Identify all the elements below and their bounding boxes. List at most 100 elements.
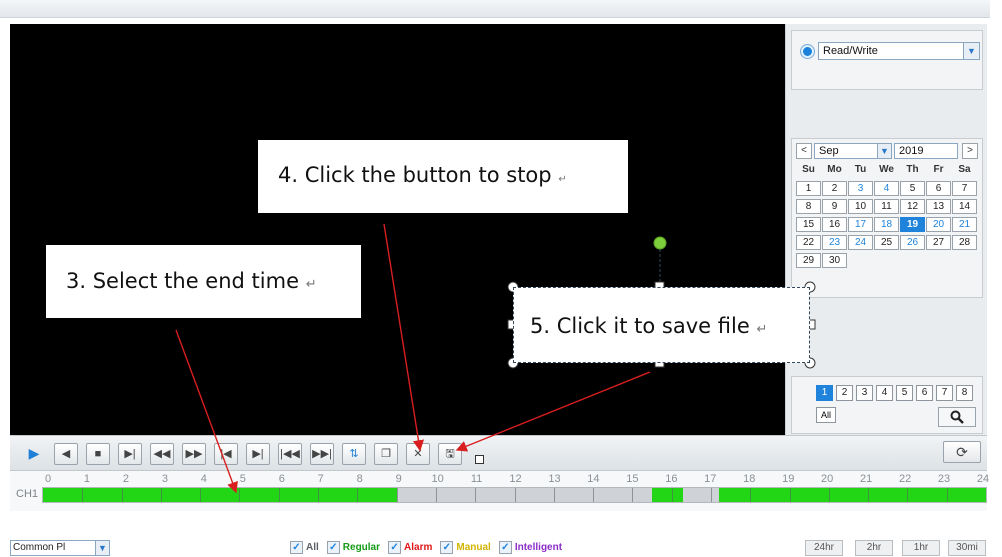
calendar-day[interactable]: 14 xyxy=(952,199,977,214)
all-channels-button[interactable]: All xyxy=(816,407,836,423)
tick-label: 0 xyxy=(44,473,52,485)
refresh-icon: ⟳ xyxy=(956,444,968,460)
timeline[interactable]: CH1 0 1 2 3 4 5 6 7 8 9 10 11 12 13 14 15 16 17 18 19 20 21 22… xyxy=(10,471,989,511)
clip-button[interactable]: ✕ xyxy=(406,443,430,465)
tick-label: 13 xyxy=(548,473,561,485)
bottom-bar: Common Pl ▼ ✓ All ✓ Regular ✓ Alarm ✓ Manual ✓ In… xyxy=(0,537,1002,557)
year-value: 2019 xyxy=(899,145,924,157)
legend-item[interactable]: ✓ Manual xyxy=(440,541,491,554)
save-file-button[interactable]: 🖫 xyxy=(438,443,462,465)
tick-label: 22 xyxy=(898,473,912,485)
checkbox-icon[interactable]: ✓ xyxy=(498,541,512,554)
tick-label: 5 xyxy=(239,473,246,485)
hour-divider xyxy=(239,488,241,502)
week-row: 29 30 xyxy=(796,253,980,270)
channel-button-2[interactable]: 2 xyxy=(836,385,853,401)
legend-item[interactable]: ✓ Alarm xyxy=(388,541,432,554)
calendar-day[interactable]: 26 xyxy=(900,235,925,250)
legend-item[interactable]: ✓ Intelligent xyxy=(498,541,563,554)
weekday-label: We xyxy=(879,164,894,175)
calendar-day[interactable]: 7 xyxy=(952,181,977,196)
search-button[interactable] xyxy=(938,407,976,427)
legend-item[interactable]: ✓ Regular xyxy=(326,541,380,554)
refresh-button[interactable]: ⟳ xyxy=(943,441,981,463)
weekday-row: Su Mo Tu We Th Fr Sa xyxy=(796,163,980,180)
step-forward-button[interactable]: ▶| xyxy=(118,443,142,465)
calendar-day[interactable]: 27 xyxy=(926,235,951,250)
calendar-day[interactable]: 4 xyxy=(874,181,899,196)
zoom-button-30mi[interactable]: 30mi xyxy=(948,540,986,556)
tick-label: 6 xyxy=(278,473,285,485)
calendar-day[interactable]: 1 xyxy=(796,181,821,196)
window-button[interactable]: ❐ xyxy=(374,443,398,465)
calendar-day[interactable]: 2 xyxy=(822,181,847,196)
calendar-day[interactable]: 28 xyxy=(952,235,977,250)
calendar-day[interactable]: 6 xyxy=(926,181,951,196)
prev-frame-button[interactable]: |◀ xyxy=(214,443,238,465)
calendar-day[interactable]: 20 xyxy=(926,217,951,232)
month-select[interactable]: Sep ▼ xyxy=(814,143,892,159)
tick-label: 18 xyxy=(743,473,756,485)
calendar-day[interactable]: 16 xyxy=(822,217,847,232)
next-month-button[interactable]: > xyxy=(962,143,978,159)
calendar-day[interactable]: 29 xyxy=(796,253,821,268)
calendar-day[interactable]: 17 xyxy=(848,217,873,232)
zoom-button-24hr[interactable]: 24hr xyxy=(805,540,843,556)
mode-radio[interactable] xyxy=(801,45,814,58)
calendar-day[interactable]: 9 xyxy=(822,199,847,214)
hour-divider xyxy=(278,488,280,502)
sync-button[interactable]: ⇅ xyxy=(342,443,366,465)
zoom-button-1hr[interactable]: 1hr xyxy=(902,540,940,556)
legend-item[interactable]: ✓ All xyxy=(290,541,319,554)
channel-button-7[interactable]: 7 xyxy=(936,385,953,401)
reverse-button[interactable]: ◀ xyxy=(54,443,78,465)
zoom-button-2hr[interactable]: 2hr xyxy=(855,540,893,556)
legend-label: Intelligent xyxy=(514,542,563,553)
stop-button[interactable]: ■ xyxy=(86,443,110,465)
calendar-day[interactable]: 13 xyxy=(926,199,951,214)
calendar-day[interactable]: 12 xyxy=(900,199,925,214)
calendar-day[interactable]: 25 xyxy=(874,235,899,250)
play-button[interactable]: ▶ xyxy=(22,443,46,465)
calendar-day[interactable]: 22 xyxy=(796,235,821,250)
channel-button-8[interactable]: 8 xyxy=(956,385,973,401)
prev-file-button[interactable]: |◀◀ xyxy=(278,443,302,465)
channel-buttons: 12345678 xyxy=(816,385,976,401)
calendar-day[interactable]: 3 xyxy=(848,181,873,196)
calendar-day[interactable]: 5 xyxy=(900,181,925,196)
calendar-day[interactable]: 10 xyxy=(848,199,873,214)
calendar-day[interactable]: 18 xyxy=(874,217,899,232)
checkbox-icon[interactable]: ✓ xyxy=(290,541,303,554)
next-frame-button[interactable]: ▶| xyxy=(246,443,270,465)
magnifier-icon xyxy=(950,410,964,424)
channel-button-1[interactable]: 1 xyxy=(816,385,833,401)
channel-button-4[interactable]: 4 xyxy=(876,385,893,401)
video-viewport[interactable] xyxy=(10,24,785,435)
calendar-day[interactable]: 15 xyxy=(796,217,821,232)
timeline-track[interactable] xyxy=(42,487,987,503)
playback-mode-select[interactable]: Common Pl ▼ xyxy=(10,540,110,556)
checkbox-icon[interactable]: ✓ xyxy=(440,541,454,554)
calendar-day[interactable]: 24 xyxy=(848,235,873,250)
channel-button-6[interactable]: 6 xyxy=(916,385,933,401)
fast-button[interactable]: ▶▶ xyxy=(182,443,206,465)
prev-month-button[interactable]: < xyxy=(796,143,812,159)
channel-button-3[interactable]: 3 xyxy=(856,385,873,401)
slow-button[interactable]: ◀◀ xyxy=(150,443,174,465)
channel-label: CH1 xyxy=(16,488,39,500)
calendar-day[interactable]: 21 xyxy=(952,217,977,232)
mode-select[interactable]: Read/Write ▼ xyxy=(818,42,980,60)
calendar-day[interactable]: 8 xyxy=(796,199,821,214)
calendar-day[interactable]: 23 xyxy=(822,235,847,250)
tick-label: 1 xyxy=(83,473,91,485)
calendar-day[interactable]: 11 xyxy=(874,199,899,214)
next-file-button[interactable]: ▶▶| xyxy=(310,443,334,465)
channel-button-5[interactable]: 5 xyxy=(896,385,913,401)
hour-divider xyxy=(828,488,830,502)
checkbox-icon[interactable]: ✓ xyxy=(388,541,402,554)
year-select[interactable]: 2019 xyxy=(894,143,958,159)
tick-label: 9 xyxy=(395,473,402,485)
calendar-day[interactable]: 19 xyxy=(900,217,925,232)
calendar-day[interactable]: 30 xyxy=(822,253,847,268)
checkbox-icon[interactable]: ✓ xyxy=(326,541,340,554)
